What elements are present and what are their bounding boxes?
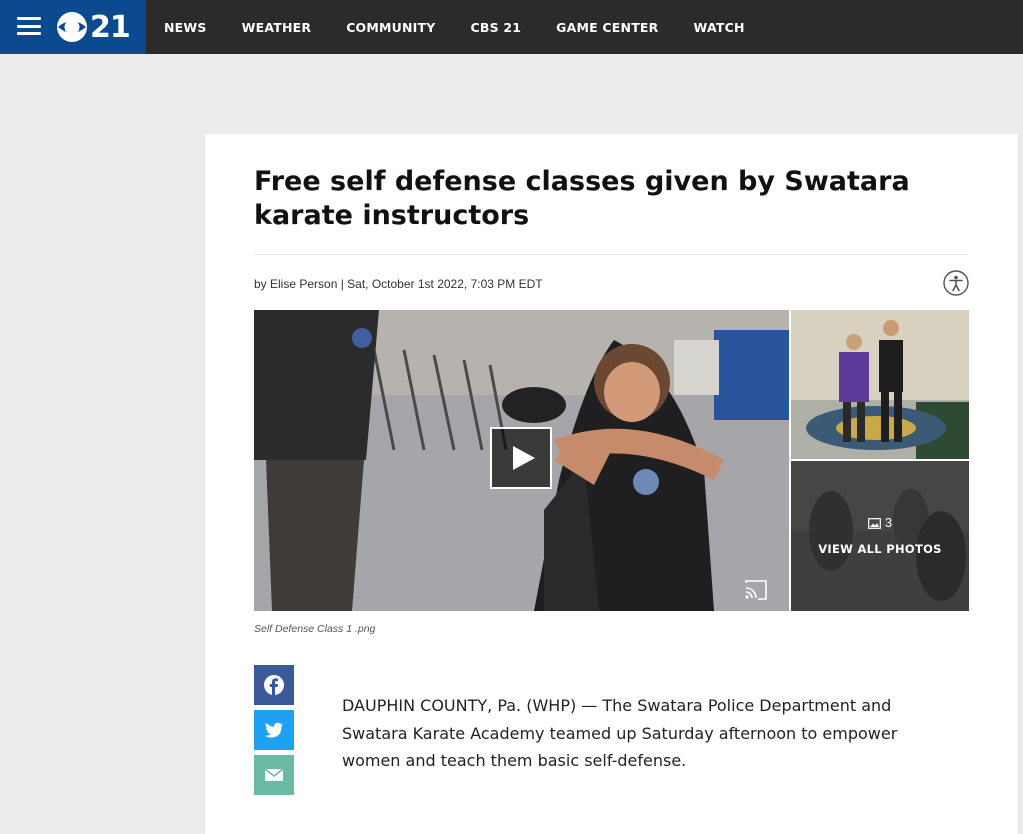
main-nav: NEWS WEATHER COMMUNITY CBS 21 GAME CENTE… — [146, 0, 762, 54]
logo-block: 21 — [0, 0, 146, 54]
nav-cbs21[interactable]: CBS 21 — [471, 20, 522, 35]
article-title: Free self defense classes given by Swata… — [254, 166, 910, 231]
view-all-photos-tile[interactable]: 3 VIEW ALL PHOTOS — [791, 461, 969, 611]
site-header: 21 NEWS WEATHER COMMUNITY CBS 21 GAME CE… — [0, 0, 1023, 54]
logo-number: 21 — [90, 9, 131, 45]
cast-icon[interactable] — [744, 580, 768, 600]
accessibility-icon[interactable] — [943, 270, 969, 296]
twitter-icon — [265, 722, 283, 738]
nav-watch[interactable]: WATCH — [694, 20, 745, 35]
share-twitter-button[interactable] — [254, 710, 294, 750]
cbs-eye-icon — [57, 12, 87, 42]
media-caption: Self Defense Class 1 .png — [254, 623, 376, 635]
gallery-thumbnail[interactable] — [791, 310, 969, 459]
gallery-thumbnail-image — [791, 310, 969, 459]
nav-news[interactable]: NEWS — [164, 20, 207, 35]
photos-overlay: 3 VIEW ALL PHOTOS — [791, 461, 969, 611]
hamburger-menu-icon[interactable] — [17, 16, 41, 36]
email-icon — [264, 768, 284, 781]
facebook-icon — [264, 675, 284, 695]
view-all-photos-label: VIEW ALL PHOTOS — [818, 542, 942, 556]
site-logo[interactable]: 21 — [56, 9, 131, 45]
nav-community[interactable]: COMMUNITY — [346, 20, 435, 35]
photo-count: 3 — [791, 515, 969, 530]
video-player[interactable] — [254, 310, 789, 611]
photo-count-number: 3 — [884, 515, 893, 530]
play-button[interactable] — [490, 427, 552, 489]
nav-weather[interactable]: WEATHER — [242, 20, 312, 35]
nav-game-center[interactable]: GAME CENTER — [556, 20, 658, 35]
share-email-button[interactable] — [254, 755, 294, 795]
share-facebook-button[interactable] — [254, 665, 294, 705]
image-icon — [867, 518, 881, 529]
title-divider — [254, 254, 968, 255]
play-icon — [513, 446, 535, 470]
article-byline: by Elise Person | Sat, October 1st 2022,… — [254, 277, 543, 291]
article-body-paragraph: DAUPHIN COUNTY, Pa. (WHP) — The Swatara … — [342, 696, 898, 770]
